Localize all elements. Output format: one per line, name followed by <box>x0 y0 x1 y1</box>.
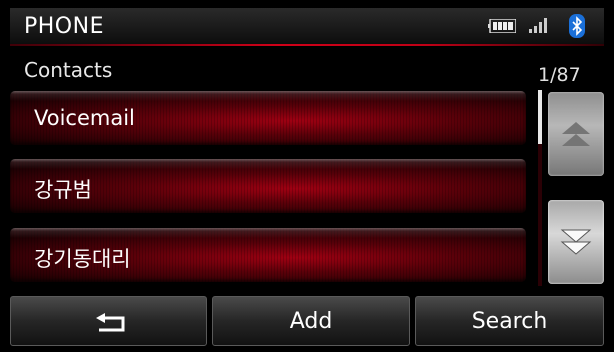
scroll-down-button[interactable] <box>548 200 604 284</box>
contact-label: 강규범 <box>34 178 92 202</box>
search-button[interactable]: Search <box>415 296 604 346</box>
header-accent-line <box>10 44 604 46</box>
section-title: Contacts <box>24 58 113 82</box>
contact-label: 강기동대리 <box>34 247 131 271</box>
add-button-label: Add <box>289 309 333 334</box>
signal-icon <box>529 18 547 33</box>
scroll-up-button[interactable] <box>548 92 604 176</box>
header-bar: PHONE <box>10 8 604 46</box>
battery-icon <box>488 19 516 33</box>
add-button[interactable]: Add <box>212 296 410 346</box>
contact-label: Voicemail <box>34 106 135 130</box>
bluetooth-icon <box>569 14 585 38</box>
double-chevron-down-icon <box>560 229 592 255</box>
scrollbar-track[interactable] <box>538 90 542 286</box>
double-chevron-up-icon <box>562 122 590 146</box>
back-arrow-icon <box>96 313 125 332</box>
search-button-label: Search <box>471 309 548 334</box>
contact-item[interactable]: 강기동대리 <box>10 228 526 282</box>
contact-item[interactable]: 강규범 <box>10 159 526 213</box>
contact-item-voicemail[interactable]: Voicemail <box>10 91 526 145</box>
scrollbar-thumb[interactable] <box>538 90 542 144</box>
back-button[interactable] <box>10 296 207 346</box>
phone-screen: PHONE Contacts 1/87 Voicemail 강규범 강기동대리 <box>10 8 604 346</box>
page-counter: 1/87 <box>538 64 581 86</box>
page-title: PHONE <box>24 14 104 39</box>
